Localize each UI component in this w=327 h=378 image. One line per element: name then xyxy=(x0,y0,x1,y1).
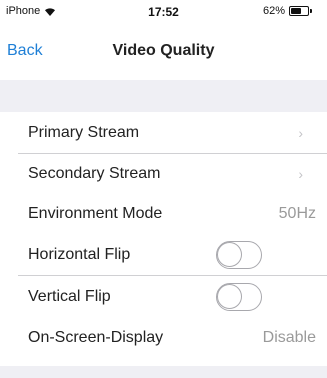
bottom-section-gap xyxy=(0,366,327,378)
row-label: Secondary Stream xyxy=(28,165,161,182)
environment-mode-value: 50Hz xyxy=(278,205,316,222)
status-bar: iPhone 17:52 62% xyxy=(0,0,327,22)
settings-list: Primary Stream › Secondary Stream › Envi… xyxy=(0,112,327,358)
status-battery: 62% xyxy=(262,5,312,17)
section-header-gap xyxy=(0,80,327,112)
row-label: Primary Stream xyxy=(28,124,140,141)
row-label: Horizontal Flip xyxy=(28,246,131,263)
chevron-right-icon: › xyxy=(298,166,303,182)
primary-stream-row[interactable]: Primary Stream › xyxy=(0,112,327,154)
row-label: Environment Mode xyxy=(28,205,163,222)
horizontal-flip-toggle[interactable] xyxy=(216,241,262,269)
on-screen-display-row[interactable]: On-Screen-Display Disable xyxy=(0,318,327,358)
toggle-knob xyxy=(217,242,242,267)
row-label: On-Screen-Display xyxy=(28,329,164,346)
vertical-flip-toggle[interactable] xyxy=(216,283,262,311)
row-label: Vertical Flip xyxy=(28,288,111,305)
vertical-flip-row: Vertical Flip xyxy=(0,276,327,318)
chevron-right-icon: › xyxy=(298,125,303,141)
screen: iPhone 17:52 62% Back Video Quality Prim… xyxy=(0,0,327,378)
battery-tip xyxy=(310,9,312,13)
nav-bar: Back Video Quality xyxy=(0,22,327,78)
secondary-stream-row[interactable]: Secondary Stream › xyxy=(0,154,327,194)
battery-icon xyxy=(289,6,312,16)
page-title: Video Quality xyxy=(112,42,215,59)
battery-fill xyxy=(291,8,301,14)
on-screen-display-value: Disable xyxy=(262,329,316,346)
battery-percent: 62% xyxy=(262,5,285,17)
toggle-knob xyxy=(217,284,242,309)
environment-mode-row[interactable]: Environment Mode 50Hz xyxy=(0,194,327,234)
horizontal-flip-row: Horizontal Flip xyxy=(0,234,327,276)
